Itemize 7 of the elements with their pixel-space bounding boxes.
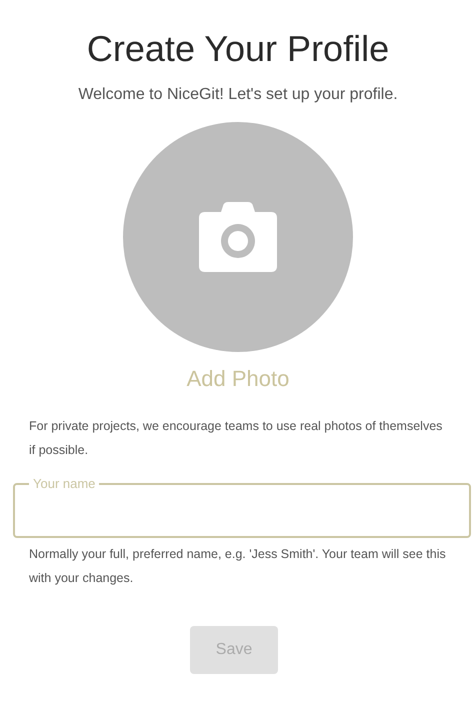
name-field[interactable]: Your name <box>13 476 471 538</box>
photo-note: For private projects, we encourage teams to use real photos of themselves if possible. <box>29 418 444 459</box>
name-help-text: Normally your full, preferred name, e.g. 'Jess Smith'. Your team will see this with your changes. <box>29 546 447 587</box>
camera-icon <box>199 202 277 272</box>
page-title: Create Your Profile <box>86 27 390 71</box>
add-photo-link[interactable]: Add Photo <box>186 366 290 392</box>
subtitle: Welcome to NiceGit! Let's set up your profile. <box>78 86 398 104</box>
